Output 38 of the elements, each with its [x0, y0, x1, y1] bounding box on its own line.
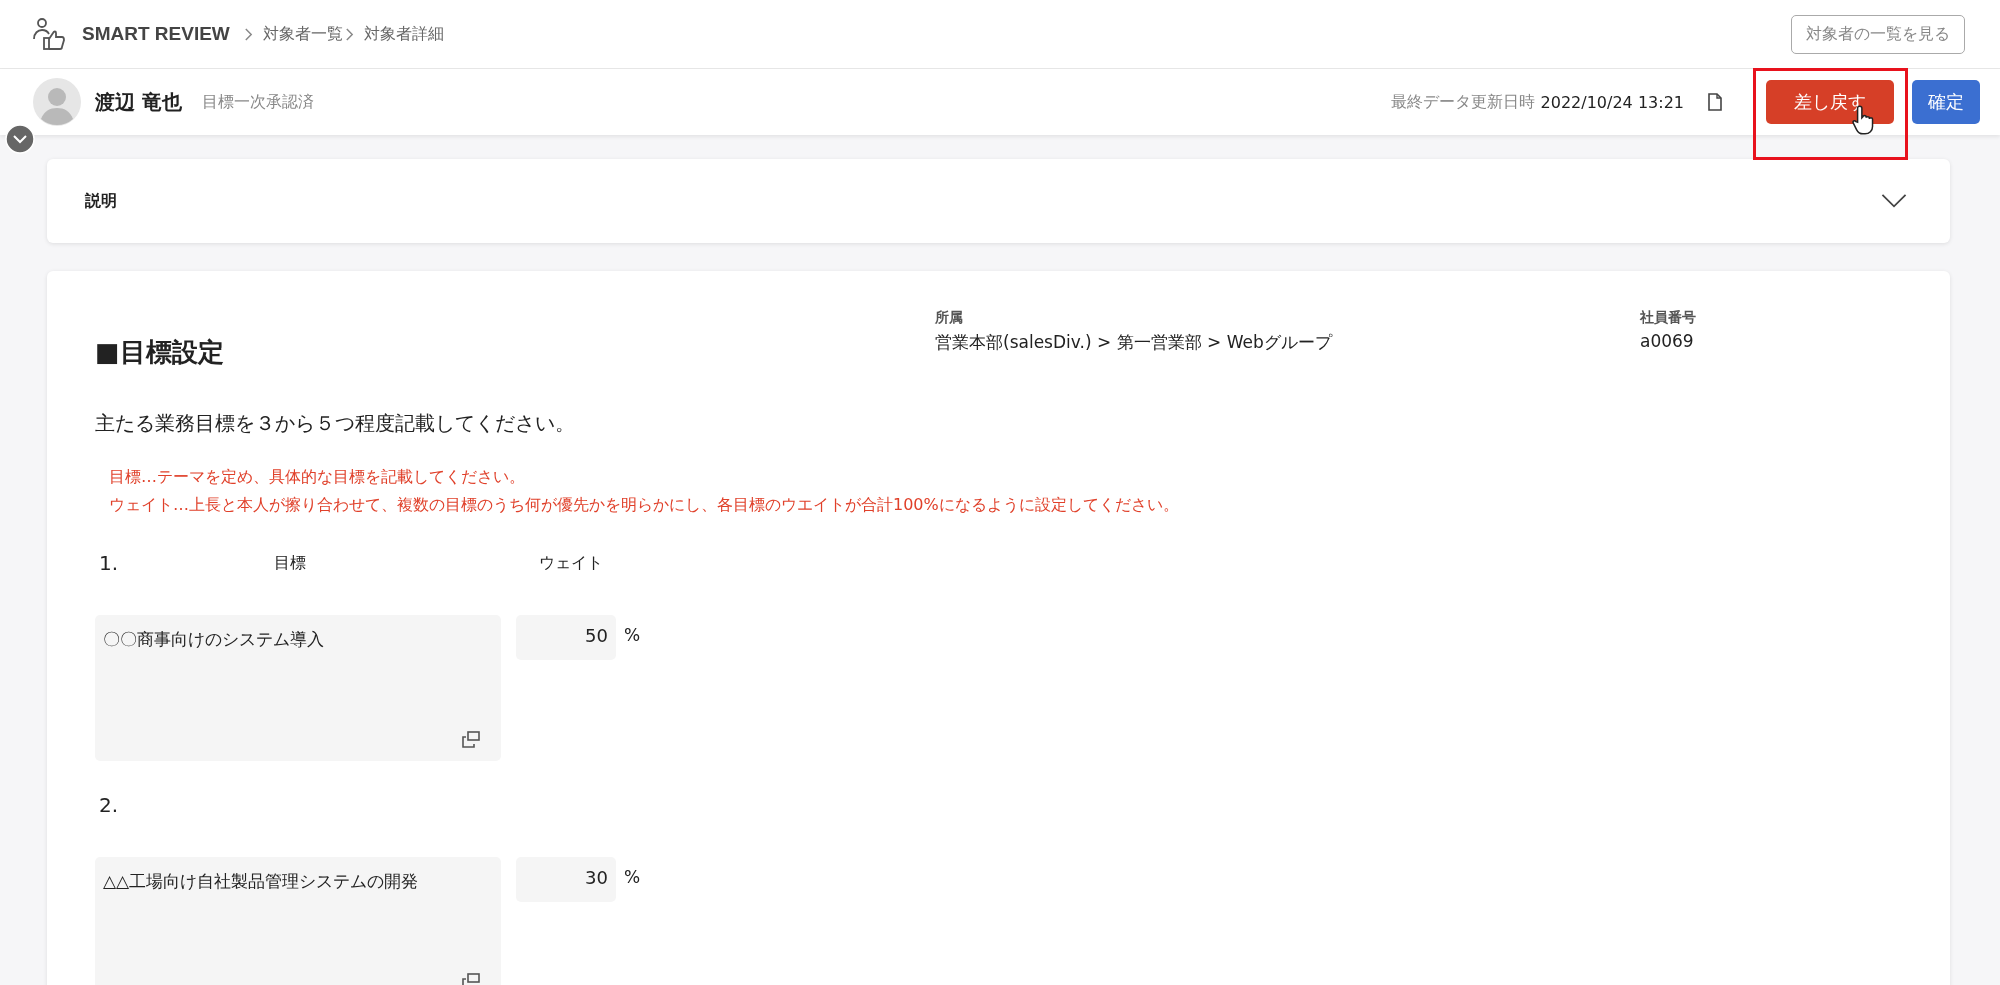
chevron-down-icon[interactable] [1880, 193, 1908, 209]
collapse-toggle-icon[interactable] [5, 124, 35, 154]
weight-field[interactable]: 50 [516, 615, 616, 660]
column-header: 目標 [274, 552, 307, 574]
goal-text-field[interactable]: 〇〇商事向けのシステム導入 [95, 615, 501, 761]
employee-number-value: a0069 [1640, 331, 1695, 351]
view-list-button[interactable]: 対象者の一覧を見る [1791, 14, 1965, 54]
updated-label: 最終データ更新日時 [1390, 91, 1535, 113]
note-text: 目標…テーマを定め、具体的な目標を記載してください。 [109, 466, 526, 488]
expand-window-icon[interactable] [461, 731, 481, 749]
panel-title: 説明 [85, 190, 117, 212]
user-thumbs-up-icon [32, 17, 68, 51]
person-name: 渡辺 竜也 [95, 88, 182, 116]
action-button[interactable]: 確定 [1912, 80, 1980, 124]
unit-label: % [624, 867, 641, 887]
section-title: ■目標設定 [95, 336, 225, 369]
document-icon[interactable] [1708, 93, 1722, 111]
weight-field[interactable]: 30 [516, 857, 616, 902]
chevron-right-icon [243, 26, 253, 42]
goal-text-field[interactable]: △△工場向け自社製品管理システムの開発 [95, 857, 501, 985]
affiliation-label: 所属 [935, 309, 964, 327]
description-panel[interactable]: 説明 [47, 159, 1950, 243]
affiliation-value: 営業本部(salesDiv.) > 第一営業部 > Webグループ [935, 331, 1334, 354]
breadcrumb-link[interactable]: 対象者一覧 [262, 23, 343, 45]
app-title: SMART REVIEW [82, 23, 230, 45]
avatar-icon [33, 78, 81, 126]
chevron-right-icon [344, 26, 354, 42]
instruction-text: 主たる業務目標を３から５つ程度記載してください。 [95, 410, 576, 437]
breadcrumb-link[interactable]: 対象者詳細 [363, 23, 444, 45]
unit-label: % [624, 625, 641, 645]
status-text: 目標一次承認済 [201, 91, 314, 113]
employee-number-label: 社員番号 [1640, 309, 1696, 327]
goal-number: 2. [98, 793, 120, 817]
goal-number: 1. [98, 551, 120, 575]
action-button[interactable]: 差し戻す [1766, 80, 1894, 124]
note-text: ウェイト…上長と本人が擦り合わせて、複数の目標のうち何が優先かを明らかにし、各目標のウエイトが合計100%になるように設定してください。 [109, 494, 1180, 516]
column-header: ウェイト [539, 552, 603, 574]
updated-datetime: 2022/10/24 13:21 [1540, 92, 1684, 112]
